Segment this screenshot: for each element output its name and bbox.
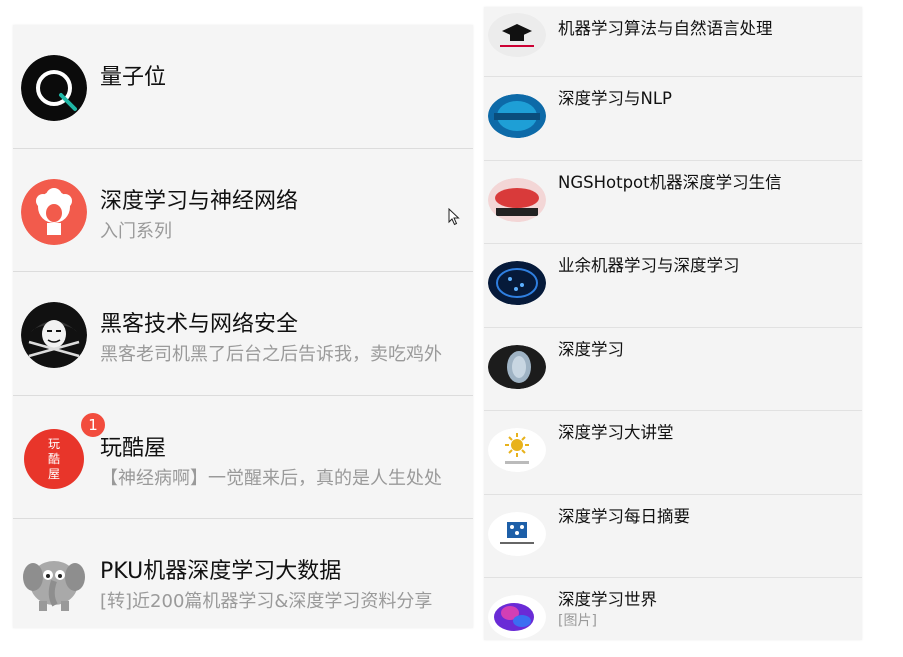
list-item[interactable]: 量子位 [13,25,473,149]
svg-text:酷: 酷 [48,452,60,466]
account-title: 深度学习与神经网络 [100,188,299,214]
list-item[interactable]: 业余机器学习与深度学习 [484,244,862,328]
list-item[interactable]: 深度学习世界 [图片] [484,578,862,640]
dlclass-sun-icon [488,428,546,472]
list-item[interactable]: 深度学习 [484,328,862,411]
account-latest-message: [转]近200篇机器学习&深度学习资料分享 [100,591,433,612]
account-title: 黑客技术与网络安全 [100,312,299,337]
account-title: 量子位 [100,65,167,90]
anonymous-mask-icon [21,302,87,368]
afro-avatar-icon [21,178,87,245]
mouse-cursor-icon [448,208,460,226]
nlp-globe-icon [488,94,546,138]
ngs-hotpot-icon [488,177,546,222]
wankuwu-seal-icon: 玩 酷 屋 [21,426,87,492]
account-title: 深度学习大讲堂 [558,423,674,442]
account-title: 机器学习算法与自然语言处理 [558,19,773,38]
list-item[interactable]: PKU机器深度学习大数据 [转]近200篇机器学习&深度学习资料分享 [13,519,473,628]
account-latest-message: 入门系列 [100,220,172,242]
account-latest-message: [图片] [558,613,597,629]
list-item[interactable]: 机器学习算法与自然语言处理 [484,7,862,77]
right-account-list: 机器学习算法与自然语言处理 深度学习与NLP NGSHotpot机器深度学习生信 [484,7,862,640]
list-item[interactable]: 深度学习每日摘要 [484,495,862,578]
network-diagram-icon [488,511,546,556]
account-title: 业余机器学习与深度学习 [558,256,740,275]
account-title: 深度学习每日摘要 [558,506,690,526]
digital-head-icon [488,344,546,389]
list-item[interactable]: 黑客技术与网络安全 黑客老司机黑了后台之后告诉我，卖吃鸡外 [13,272,473,396]
account-title: 深度学习 [558,339,624,359]
account-title: 深度学习与NLP [558,89,672,108]
account-title: PKU机器深度学习大数据 [100,559,342,584]
neural-brain-icon [488,261,546,305]
account-title: 深度学习世界 [558,590,657,609]
elephant-avatar-icon [21,549,87,615]
qbit-logo-icon [21,55,87,121]
account-latest-message: 黑客老司机黑了后台之后告诉我，卖吃鸡外 [100,344,442,365]
svg-text:屋: 屋 [48,467,60,481]
list-item[interactable]: 深度学习与神经网络 入门系列 [13,149,473,272]
svg-text:玩: 玩 [48,437,60,451]
list-item[interactable]: NGSHotpot机器深度学习生信 [484,161,862,244]
list-item[interactable]: 深度学习与NLP [484,77,862,161]
account-title: NGSHotpot机器深度学习生信 [558,172,782,192]
list-item[interactable]: 玩 酷 屋 1 玩酷屋 【神经病啊】一觉醒来后，真的是人生处处 [13,396,473,519]
list-item[interactable]: 深度学习大讲堂 [484,411,862,495]
account-title: 玩酷屋 [100,435,167,461]
graduation-cap-icon [488,13,546,57]
account-latest-message: 【神经病啊】一觉醒来后，真的是人生处处 [100,467,442,489]
purple-brain-icon [488,595,546,639]
left-account-list: 量子位 深度学习与神经网络 入门系列 黑客技术与网络安全 黑客老司机黑了后台之后… [13,25,473,628]
